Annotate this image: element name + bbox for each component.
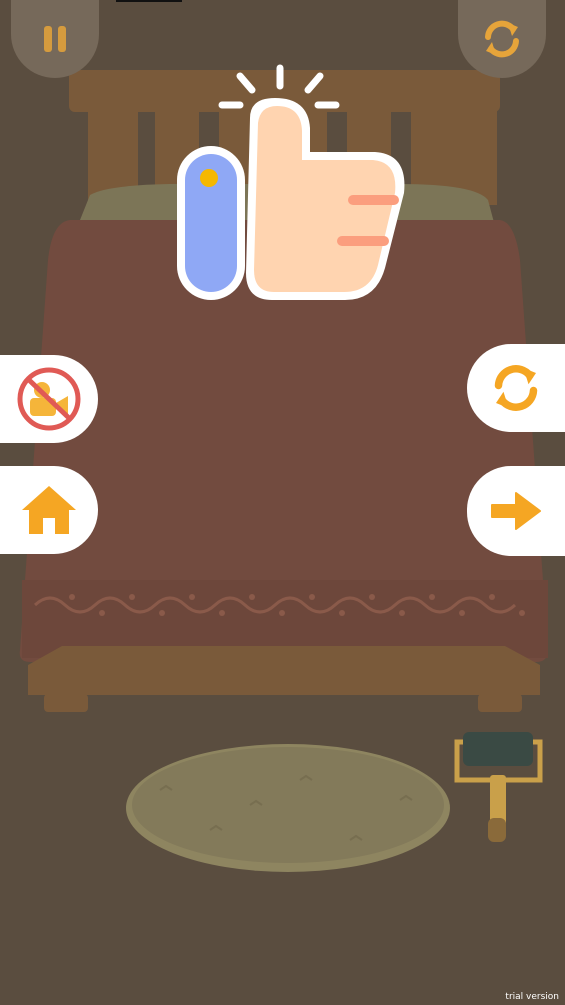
home-button[interactable]: [0, 466, 98, 554]
arrow-right-icon: [491, 492, 541, 530]
remove-ads-button[interactable]: [0, 355, 98, 443]
replay-icon: [494, 365, 538, 411]
bed-base: [28, 646, 540, 712]
home-icon: [22, 486, 76, 534]
rug: [126, 744, 450, 872]
restart-icon: [485, 20, 519, 58]
next-button[interactable]: [467, 466, 565, 556]
no-video-ads-icon: [17, 367, 81, 431]
watermark: trial version: [505, 992, 559, 1002]
pause-icon: [44, 26, 66, 52]
replay-button[interactable]: [467, 344, 565, 432]
lint-roller: [454, 732, 543, 842]
status-bar-mark: [116, 0, 182, 2]
thumbs-up-icon: [177, 64, 405, 300]
